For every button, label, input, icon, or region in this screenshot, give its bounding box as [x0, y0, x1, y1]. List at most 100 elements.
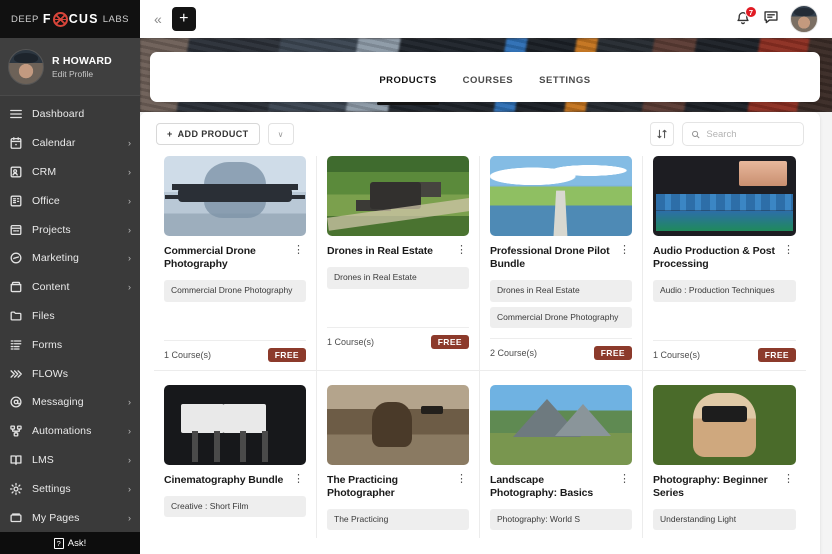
edit-profile-link[interactable]: Edit Profile: [52, 69, 112, 79]
product-card[interactable]: Landscape Photography: Basics ⋮ Photogra…: [480, 370, 643, 539]
course-count: 1 Course(s): [653, 350, 700, 360]
content-icon: [9, 280, 23, 294]
products-toolbar: + ADD PRODUCT ∨: [140, 112, 820, 156]
brand-logo[interactable]: DEEP F CUS LABS: [0, 0, 140, 38]
more-options-icon[interactable]: ⋮: [291, 245, 306, 256]
add-button[interactable]: +: [172, 7, 196, 31]
user-avatar[interactable]: [790, 5, 818, 33]
product-card[interactable]: Drones in Real Estate ⋮ Drones in Real E…: [317, 156, 480, 370]
price-badge: FREE: [594, 346, 632, 360]
pages-icon: [9, 511, 23, 525]
ask-button[interactable]: ? Ask!: [0, 532, 140, 554]
ask-label: Ask!: [68, 538, 86, 549]
more-options-icon[interactable]: ⋮: [291, 474, 306, 485]
add-product-button[interactable]: + ADD PRODUCT: [156, 123, 260, 145]
tab-settings[interactable]: SETTINGS: [537, 57, 593, 102]
sidebar-item-office[interactable]: Office ›: [0, 186, 140, 215]
products-panel: + ADD PRODUCT ∨: [140, 112, 820, 554]
product-title: Cinematography Bundle: [164, 474, 287, 487]
search-box[interactable]: [682, 122, 804, 146]
sidebar-item-label: Marketing: [32, 252, 119, 264]
sidebar-item-files[interactable]: Files: [0, 302, 140, 331]
automations-icon: [9, 424, 23, 438]
product-thumbnail: [653, 156, 796, 236]
product-courses: Drones in Real Estate Commercial Drone P…: [490, 280, 632, 328]
product-title: Commercial Drone Photography: [164, 245, 287, 271]
sidebar-item-label: Calendar: [32, 137, 119, 149]
sidebar-item-dashboard[interactable]: Dashboard: [0, 100, 140, 129]
product-courses: Creative : Short Film: [164, 496, 306, 517]
sidebar-item-label: Automations: [32, 425, 119, 437]
product-courses: Understanding Light: [653, 509, 796, 530]
sidebar-item-projects[interactable]: Projects ›: [0, 215, 140, 244]
sidebar-item-content[interactable]: Content ›: [0, 273, 140, 302]
sidebar-item-flows[interactable]: FLOWs: [0, 359, 140, 388]
sort-button[interactable]: [650, 122, 674, 146]
products-grid: Commercial Drone Photography ⋮ Commercia…: [140, 156, 820, 538]
brand-word-focus: F CUS: [43, 12, 99, 27]
sidebar-item-label: Files: [32, 310, 122, 322]
product-thumbnail: [327, 385, 469, 465]
sidebar-item-automations[interactable]: Automations ›: [0, 417, 140, 446]
more-options-icon[interactable]: ⋮: [454, 474, 469, 485]
product-title: Landscape Photography: Basics: [490, 474, 613, 500]
sidebar-item-lms[interactable]: LMS ›: [0, 446, 140, 475]
course-chip: Drones in Real Estate: [327, 267, 469, 288]
more-options-icon[interactable]: ⋮: [454, 245, 469, 256]
forms-icon: [9, 338, 23, 352]
more-options-icon[interactable]: ⋮: [617, 474, 632, 485]
sidebar-nav: Dashboard Calendar › CRM › Office › Proj…: [0, 96, 140, 532]
sidebar-item-label: Forms: [32, 339, 122, 351]
product-courses: Photography: World S: [490, 509, 632, 530]
product-card[interactable]: Professional Drone Pilot Bundle ⋮ Drones…: [480, 156, 643, 370]
chevron-right-icon: ›: [128, 397, 131, 407]
search-input[interactable]: [706, 129, 795, 140]
sidebar-item-my-pages[interactable]: My Pages ›: [0, 503, 140, 532]
book-icon: [9, 453, 23, 467]
product-card[interactable]: Commercial Drone Photography ⋮ Commercia…: [154, 156, 317, 370]
tabs: PRODUCTS COURSES SETTINGS: [377, 52, 592, 102]
course-chip: Commercial Drone Photography: [490, 307, 632, 328]
price-badge: FREE: [758, 348, 796, 362]
folder-icon: [9, 309, 23, 323]
more-options-icon[interactable]: ⋮: [617, 245, 632, 256]
course-chip: The Practicing: [327, 509, 469, 530]
course-chip: Drones in Real Estate: [490, 280, 632, 301]
contact-card-icon: [9, 165, 23, 179]
more-options-icon[interactable]: ⋮: [781, 245, 796, 256]
messages-button[interactable]: [762, 8, 780, 31]
product-card[interactable]: The Practicing Photographer ⋮ The Practi…: [317, 370, 480, 539]
chevron-double-left-icon[interactable]: «: [148, 11, 168, 27]
product-title: Drones in Real Estate: [327, 245, 450, 258]
tab-products[interactable]: PRODUCTS: [377, 57, 438, 102]
tab-courses[interactable]: COURSES: [461, 57, 515, 102]
chevron-right-icon: ›: [128, 282, 131, 292]
product-title: Photography: Beginner Series: [653, 474, 777, 500]
more-options-icon[interactable]: ⋮: [781, 474, 796, 485]
sidebar-item-label: CRM: [32, 166, 119, 178]
sidebar-item-calendar[interactable]: Calendar ›: [0, 129, 140, 158]
sidebar-item-marketing[interactable]: Marketing ›: [0, 244, 140, 273]
product-thumbnail: [490, 385, 632, 465]
chevron-right-icon: ›: [128, 167, 131, 177]
product-courses: Commercial Drone Photography: [164, 280, 306, 301]
sidebar-item-label: Office: [32, 195, 119, 207]
product-card[interactable]: Photography: Beginner Series ⋮ Understan…: [643, 370, 806, 539]
course-chip: Commercial Drone Photography: [164, 280, 306, 301]
add-product-dropdown[interactable]: ∨: [268, 123, 294, 145]
product-card[interactable]: Audio Production & Post Processing ⋮ Aud…: [643, 156, 806, 370]
product-card[interactable]: Cinematography Bundle ⋮ Creative : Short…: [154, 370, 317, 539]
sidebar-profile[interactable]: R HOWARD Edit Profile: [0, 38, 140, 96]
chevron-right-icon: ›: [128, 225, 131, 235]
sidebar-item-settings[interactable]: Settings ›: [0, 474, 140, 503]
sidebar-item-forms[interactable]: Forms: [0, 330, 140, 359]
product-title: Audio Production & Post Processing: [653, 245, 777, 271]
sidebar-item-label: Projects: [32, 224, 119, 236]
product-header: Commercial Drone Photography ⋮: [164, 245, 306, 271]
sidebar-item-label: FLOWs: [32, 368, 122, 380]
notifications-button[interactable]: 7: [734, 10, 752, 28]
sidebar-item-crm[interactable]: CRM ›: [0, 158, 140, 187]
sidebar-item-messaging[interactable]: Messaging ›: [0, 388, 140, 417]
course-chip: Photography: World S: [490, 509, 632, 530]
chat-bubble-icon: [762, 8, 780, 26]
